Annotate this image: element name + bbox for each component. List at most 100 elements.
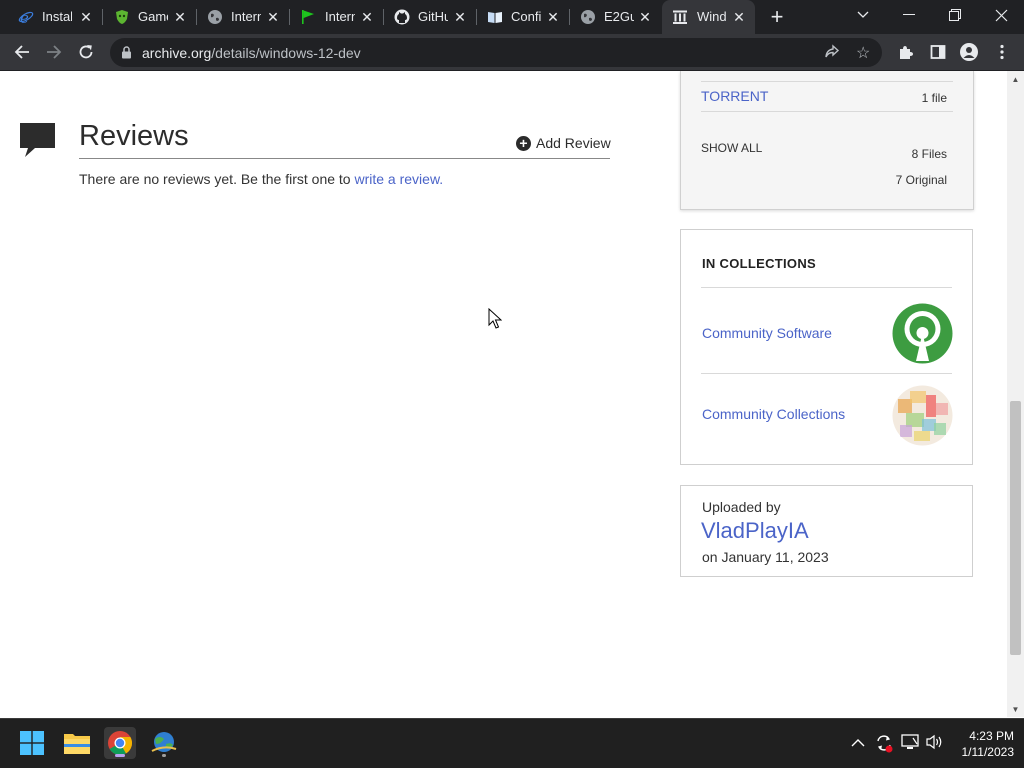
close-icon[interactable]: ✕ [637, 9, 653, 25]
tab-internet-2[interactable]: Internet ✕ [290, 0, 383, 34]
kebab-menu-icon [1000, 44, 1004, 60]
divider [701, 287, 952, 288]
collection-link-community-software[interactable]: Community Software [702, 325, 832, 341]
no-reviews-text: There are no reviews yet. Be the first o… [79, 171, 443, 187]
upload-date: on January 11, 2023 [702, 549, 829, 565]
file-explorer-icon [64, 734, 90, 754]
uploader-link[interactable]: VladPlayIA [701, 518, 809, 544]
clock-time: 4:23 PM [969, 729, 1014, 743]
network-icon[interactable] [901, 734, 919, 755]
running-indicator [162, 754, 166, 757]
browser-toolbar: archive.org/details/windows-12-dev ☆ [0, 34, 1024, 71]
arrow-left-icon [14, 45, 29, 59]
uploader-panel: Uploaded by VladPlayIA on January 11, 20… [680, 485, 973, 577]
book-icon [487, 9, 503, 25]
start-button[interactable] [16, 727, 48, 759]
reviews-divider [79, 158, 610, 159]
clock-date: 1/11/2023 [961, 745, 1015, 759]
add-review-label: Add Review [536, 135, 611, 151]
menu-button[interactable] [992, 42, 1012, 62]
tab-search-button[interactable] [840, 0, 886, 30]
mouse-cursor-icon [488, 307, 503, 335]
scroll-down-arrow-icon[interactable]: ▼ [1011, 705, 1020, 714]
reload-button[interactable] [76, 42, 96, 62]
tab-e2guardian[interactable]: E2Guardian ✕ [570, 0, 661, 34]
reload-icon [79, 45, 93, 59]
minimize-button[interactable] [886, 0, 932, 30]
sync-alert-icon[interactable] [874, 733, 894, 758]
minimize-icon [903, 14, 915, 15]
active-indicator [115, 754, 125, 757]
plus-circle-icon: + [516, 135, 531, 151]
tab-title: GitHub [418, 9, 448, 24]
address-bar[interactable]: archive.org/details/windows-12-dev ☆ [110, 38, 882, 67]
restore-icon [949, 9, 961, 21]
close-window-button[interactable] [978, 0, 1024, 30]
share-icon[interactable] [824, 44, 840, 65]
system-clock[interactable]: 4:23 PM 1/11/2023 [952, 728, 1015, 760]
restore-button[interactable] [932, 0, 978, 30]
show-all-link[interactable]: SHOW ALL [701, 141, 762, 155]
url-text[interactable]: archive.org/details/windows-12-dev [142, 45, 361, 61]
chrome-taskbar-button[interactable] [104, 727, 136, 759]
collage-thumb-icon[interactable] [892, 385, 953, 446]
close-icon[interactable]: ✕ [731, 9, 747, 25]
close-icon[interactable]: ✕ [452, 9, 468, 25]
no-reviews-message: There are no reviews yet. Be the first o… [79, 171, 355, 187]
chevron-down-icon [857, 11, 869, 18]
back-button[interactable] [12, 42, 32, 62]
globe-icon [207, 9, 223, 25]
close-icon[interactable]: ✕ [78, 9, 94, 25]
tab-config[interactable]: Config ✕ [477, 0, 569, 34]
tab-title: Config [511, 9, 541, 24]
tab-github[interactable]: GitHub ✕ [384, 0, 476, 34]
globe-icon [580, 9, 596, 25]
vertical-scrollbar[interactable]: ▲ ▼ [1007, 71, 1024, 717]
scrollbar-thumb[interactable] [1010, 401, 1021, 655]
tab-windows[interactable]: Windows ✕ [662, 0, 755, 34]
close-icon[interactable]: ✕ [265, 9, 281, 25]
write-review-link[interactable]: write a review. [354, 171, 443, 187]
close-icon[interactable]: ✕ [172, 9, 188, 25]
side-panel-button[interactable] [928, 42, 948, 62]
forward-button[interactable] [44, 42, 64, 62]
tab-install[interactable]: e Install ✕ [0, 0, 102, 34]
tab-title: E2Guardian [604, 9, 634, 24]
lock-icon [121, 46, 132, 64]
file-explorer-button[interactable] [61, 727, 93, 759]
star-icon[interactable]: ☆ [856, 43, 870, 63]
idm-taskbar-button[interactable] [148, 727, 180, 759]
add-review-button[interactable]: + Add Review [516, 135, 611, 151]
taskbar: 4:23 PM 1/11/2023 [0, 718, 1024, 768]
collection-link-community-collections[interactable]: Community Collections [702, 406, 845, 422]
windows-start-icon [20, 731, 44, 755]
torrent-file-count: 1 file [921, 91, 947, 105]
tab-game[interactable]: Game ✕ [103, 0, 196, 34]
uploaded-by-label: Uploaded by [702, 499, 781, 515]
close-icon[interactable]: ✕ [359, 9, 375, 25]
page-content: Reviews + Add Review There are no review… [0, 71, 1007, 717]
url-path: /details/windows-12-dev [211, 45, 361, 61]
tab-title: Windows [697, 9, 727, 24]
torrent-link[interactable]: TORRENT [701, 88, 768, 104]
open-source-logo-icon[interactable] [892, 303, 953, 364]
tab-internet-1[interactable]: Internet ✕ [197, 0, 289, 34]
tab-strip: e Install ✕ Game ✕ Internet ✕ Internet ✕… [0, 0, 1024, 34]
tab-title: Internet [325, 9, 355, 24]
download-options-panel: TORRENT 1 file SHOW ALL 8 Files 7 Origin… [680, 71, 974, 210]
new-tab-button[interactable]: + [766, 6, 788, 28]
chevron-up-icon[interactable] [851, 735, 865, 753]
profile-button[interactable] [959, 42, 979, 62]
collections-panel: IN COLLECTIONS Community Software Commun… [680, 229, 973, 465]
scroll-up-arrow-icon[interactable]: ▲ [1011, 75, 1020, 84]
tab-title: Install [42, 9, 72, 24]
collections-heading: IN COLLECTIONS [702, 256, 816, 271]
close-icon[interactable]: ✕ [545, 9, 561, 25]
extensions-button[interactable] [896, 42, 916, 62]
avatar-icon [960, 43, 978, 61]
github-icon [394, 9, 410, 25]
volume-icon[interactable] [926, 734, 944, 755]
ie-icon: e [18, 9, 34, 25]
chrome-icon [108, 731, 132, 755]
flag-icon [300, 9, 316, 25]
